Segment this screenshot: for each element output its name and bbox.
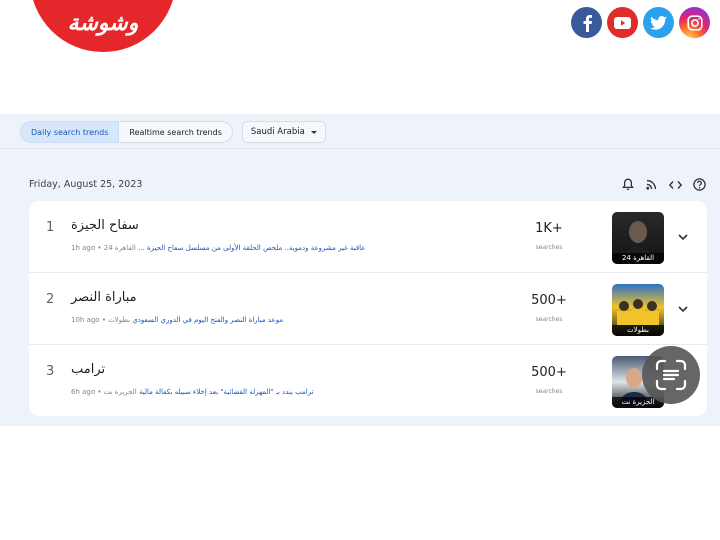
search-count: 1K+ <box>535 221 563 236</box>
trend-article[interactable]: موعد مباراة النصر والفتح اليوم في الدوري… <box>71 314 371 326</box>
trend-title[interactable]: ترامب <box>71 362 105 377</box>
trend-row[interactable]: 1 سفاح الجيزة عاقبة غير مشروعة ودموية.. … <box>29 201 707 273</box>
trend-article[interactable]: ترامب يندد بـ "المهزلة القضائية" بعد إخل… <box>71 386 371 398</box>
trend-tools <box>621 178 706 191</box>
article-snippet: ترامب يندد بـ "المهزلة القضائية" بعد إخل… <box>138 388 314 396</box>
trend-thumbnail[interactable]: القاهرة 24 <box>612 212 664 264</box>
expand-chevron-icon[interactable] <box>677 231 689 243</box>
scan-icon <box>655 359 687 391</box>
trend-row[interactable]: 3 ترامب ترامب يندد بـ "المهزلة القضائية"… <box>29 345 707 416</box>
search-count-label: searches <box>535 316 563 323</box>
trend-rank: 1 <box>46 220 55 235</box>
help-icon[interactable] <box>693 178 706 191</box>
trend-title[interactable]: سفاح الجيزة <box>71 218 139 233</box>
lens-search-button[interactable] <box>642 346 700 404</box>
article-snippet: عاقبة غير مشروعة ودموية.. ملخص الحلقة ال… <box>138 244 366 252</box>
social-links <box>571 7 710 38</box>
article-source: القاهرة 24 <box>103 244 136 252</box>
article-time: 10h ago <box>71 316 100 324</box>
panel-divider <box>0 148 720 149</box>
rss-icon[interactable] <box>645 178 658 191</box>
brand-logo[interactable]: وشوشة <box>30 0 176 52</box>
article-time: 6h ago <box>71 388 96 396</box>
region-select[interactable]: Saudi Arabia <box>241 121 326 143</box>
search-count: 500+ <box>531 293 567 308</box>
trend-rank: 3 <box>46 364 55 379</box>
thumbnail-caption: بطولات <box>612 325 664 336</box>
trend-rank: 2 <box>46 292 55 307</box>
article-source: بطولات <box>108 316 131 324</box>
caret-down-icon <box>310 130 317 134</box>
trends-list: 1 سفاح الجيزة عاقبة غير مشروعة ودموية.. … <box>29 201 707 416</box>
search-count-label: searches <box>535 244 563 251</box>
youtube-icon[interactable] <box>607 7 638 38</box>
article-source: الجزيرة نت <box>103 388 137 396</box>
trends-panel: Daily search trends Realtime search tren… <box>0 114 720 426</box>
article-time: 1h ago <box>71 244 96 252</box>
twitter-icon[interactable] <box>643 7 674 38</box>
tab-daily-search-trends[interactable]: Daily search trends <box>20 121 120 143</box>
thumbnail-caption: القاهرة 24 <box>612 253 664 264</box>
trend-article[interactable]: عاقبة غير مشروعة ودموية.. ملخص الحلقة ال… <box>71 242 371 254</box>
facebook-icon[interactable] <box>571 7 602 38</box>
trend-title[interactable]: مباراة النصر <box>71 290 137 305</box>
trend-row[interactable]: 2 مباراة النصر موعد مباراة النصر والفتح … <box>29 273 707 345</box>
page: وشوشة Daily search trends Realtime searc… <box>0 0 720 540</box>
trend-date: Friday, August 25, 2023 <box>29 179 143 190</box>
instagram-icon[interactable] <box>679 7 710 38</box>
region-select-value: Saudi Arabia <box>250 127 305 137</box>
brand-name: وشوشة <box>67 10 139 36</box>
search-count-label: searches <box>535 388 563 395</box>
bell-icon[interactable] <box>621 178 634 191</box>
tab-realtime-search-trends[interactable]: Realtime search trends <box>119 121 233 143</box>
trend-type-tabs: Daily search trends Realtime search tren… <box>20 121 326 143</box>
embed-code-icon[interactable] <box>669 178 682 191</box>
expand-chevron-icon[interactable] <box>677 303 689 315</box>
trend-thumbnail[interactable]: بطولات <box>612 284 664 336</box>
article-snippet: موعد مباراة النصر والفتح اليوم في الدوري… <box>132 316 284 324</box>
search-count: 500+ <box>531 365 567 380</box>
